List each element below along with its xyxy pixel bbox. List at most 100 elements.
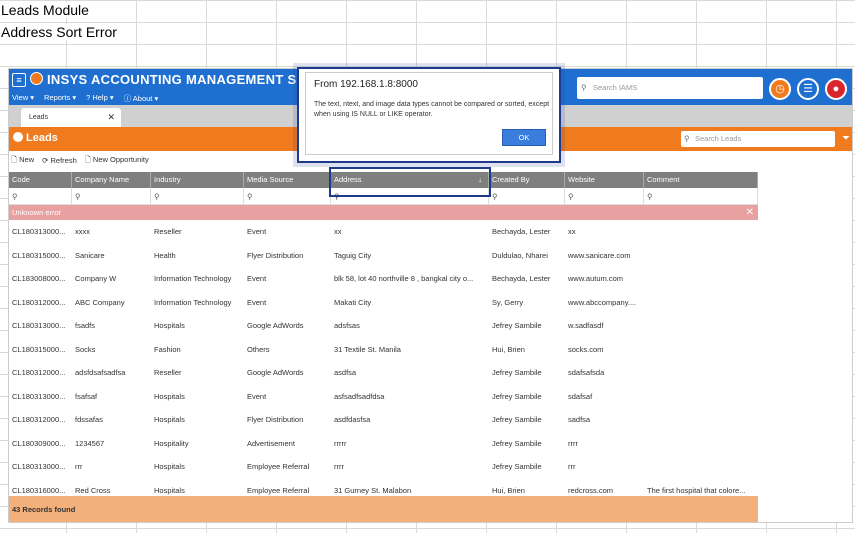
table-row[interactable]: CL180312000... fdssafas Hospitals Flyer Dis…: [9, 408, 758, 432]
search-icon: ⚲: [684, 134, 690, 143]
table-cell: Bechayda, Lester: [492, 227, 551, 237]
table-cell: CL180313000...: [12, 227, 66, 237]
menu-about[interactable]: ⓘ About ▾: [124, 93, 159, 104]
new-button[interactable]: 🗋 New: [11, 154, 34, 167]
table-cell: Others: [247, 344, 270, 354]
table-cell: Employee Referral: [247, 462, 310, 472]
table-cell: CL180316000...: [12, 485, 66, 495]
table-cell: www.autum.com: [568, 274, 624, 284]
header-created-by[interactable]: Created By: [489, 172, 565, 188]
list-icon[interactable]: ☰: [797, 78, 819, 100]
hamburger-icon[interactable]: ≡: [12, 73, 26, 87]
table-cell: Reseller: [154, 227, 182, 237]
search-icon[interactable]: ⚲: [244, 187, 331, 205]
refresh-button[interactable]: ⟳ Refresh: [42, 156, 77, 165]
menu-reports[interactable]: Reports ▾: [44, 93, 76, 104]
menu-view[interactable]: View ▾: [12, 93, 34, 104]
table-cell: Jefrey Sambile: [492, 321, 542, 331]
close-icon[interactable]: ✕: [107, 108, 115, 127]
table-cell: CL180312000...: [12, 368, 66, 378]
table-cell: adsfdsafsadfsa: [75, 368, 126, 378]
header-code[interactable]: Code: [9, 172, 72, 188]
table-body: CL180313000... xxxx Reseller Event xx Bechayd…: [9, 220, 758, 502]
records-count: 43 Records found: [9, 496, 758, 522]
leads-icon: [13, 132, 23, 142]
table-cell: Google AdWords: [247, 368, 304, 378]
table-cell: The first hospital that colore...: [647, 485, 746, 495]
table-cell: xx: [568, 227, 576, 237]
table-cell: Red Cross: [75, 485, 111, 495]
table-row[interactable]: CL180313000... xxxx Reseller Event xx Bechayd…: [9, 220, 758, 244]
search-icon[interactable]: ⚲: [151, 187, 244, 205]
search-icon: ⚲: [581, 83, 587, 92]
table-cell: asdfsa: [334, 368, 357, 378]
user-icon[interactable]: ●: [825, 78, 847, 100]
header-media[interactable]: Media Source: [244, 172, 331, 188]
filter-icon[interactable]: ⏷: [842, 133, 850, 144]
table-cell: Company W: [75, 274, 117, 284]
global-search-input[interactable]: ⚲ Search IAMS: [577, 77, 763, 99]
tab-leads[interactable]: Leads ✕: [21, 108, 121, 127]
table-cell: xxxx: [75, 227, 90, 237]
table-cell: Hospitals: [154, 391, 185, 401]
table-row[interactable]: CL180312000... adsfdsafsadfsa Reseller Goog…: [9, 361, 758, 385]
table-cell: Hospitals: [154, 321, 185, 331]
header-comment[interactable]: Comment: [644, 172, 758, 188]
table-cell: Sy, Gerry: [492, 297, 524, 307]
header-company[interactable]: Company Name: [72, 172, 151, 188]
table-cell: ABC Company: [75, 297, 125, 307]
table-row[interactable]: CL180313000... rrr Hospitals Employee Refer…: [9, 455, 758, 479]
table-cell: Hospitals: [154, 462, 185, 472]
table-cell: Reseller: [154, 368, 182, 378]
address-highlight: [329, 167, 491, 197]
search-icon[interactable]: ⚲: [9, 187, 72, 205]
app-brand: INSYS ACCOUNTING MANAGEMENT SYSTE: [47, 72, 332, 87]
module-title: Leads: [13, 132, 58, 144]
table-cell: asdfdasfsa: [334, 415, 371, 425]
table-cell: fsafsaf: [75, 391, 98, 401]
table-cell: CL180309000...: [12, 438, 66, 448]
header-website[interactable]: Website: [565, 172, 644, 188]
table-cell: CL180313000...: [12, 391, 66, 401]
ok-button[interactable]: OK: [502, 129, 546, 146]
table-cell: Flyer Distribution: [247, 250, 304, 260]
table-cell: www.abccompany....: [568, 297, 637, 307]
table-cell: asfsadfsadfdsa: [334, 391, 385, 401]
table-row[interactable]: CL180309000... 1234567 Hospitality Advertis…: [9, 432, 758, 456]
table-cell: Hospitals: [154, 485, 185, 495]
search-icon[interactable]: ⚲: [72, 187, 151, 205]
table-cell: Advertisement: [247, 438, 295, 448]
clock-icon[interactable]: ◷: [769, 78, 791, 100]
search-icon[interactable]: ⚲: [489, 187, 565, 205]
table-row[interactable]: CL183008000... Company W Information Techn…: [9, 267, 758, 291]
table-cell: redcross.com: [568, 485, 614, 495]
table-cell: Jefrey Sambile: [492, 415, 542, 425]
leads-search-input[interactable]: ⚲ Search Leads: [681, 131, 835, 147]
menu-help[interactable]: ? Help ▾: [86, 93, 114, 104]
table-cell: CL180312000...: [12, 297, 66, 307]
close-icon[interactable]: ✕: [746, 207, 754, 218]
table-cell: Hospitals: [154, 415, 185, 425]
table-cell: Hospitality: [154, 438, 189, 448]
table-row[interactable]: CL180315000... Socks Fashion Others 31 Texti…: [9, 338, 758, 362]
table-cell: sadfsa: [568, 415, 591, 425]
dialog-origin: From 192.168.1.8:8000: [314, 79, 418, 90]
table-row[interactable]: CL180315000... Sanicare Health Flyer Distri…: [9, 244, 758, 268]
table-cell: Jefrey Sambile: [492, 368, 542, 378]
table-cell: adsfsas: [334, 321, 360, 331]
table-cell: sdafsafsda: [568, 368, 605, 378]
search-icon[interactable]: ⚲: [565, 187, 644, 205]
logo-icon: [30, 72, 43, 85]
new-opportunity-button[interactable]: 🗋 New Opportunity: [85, 154, 149, 167]
table-row[interactable]: CL180313000... fsafsaf Hospitals Event asfsa…: [9, 385, 758, 409]
search-icon[interactable]: ⚲: [644, 187, 758, 205]
table-row[interactable]: CL180312000... ABC Company Information Tec…: [9, 291, 758, 315]
table-cell: Hui, Brien: [492, 485, 525, 495]
header-industry[interactable]: Industry: [151, 172, 244, 188]
table-cell: Information Technology: [154, 297, 232, 307]
table-cell: Bechayda, Lester: [492, 274, 551, 284]
table-cell: Taguig City: [334, 250, 372, 260]
table-cell: Makati City: [334, 297, 372, 307]
table-cell: www.sanicare.com: [568, 250, 631, 260]
table-row[interactable]: CL180313000... fsadfs Hospitals Google AdWo…: [9, 314, 758, 338]
